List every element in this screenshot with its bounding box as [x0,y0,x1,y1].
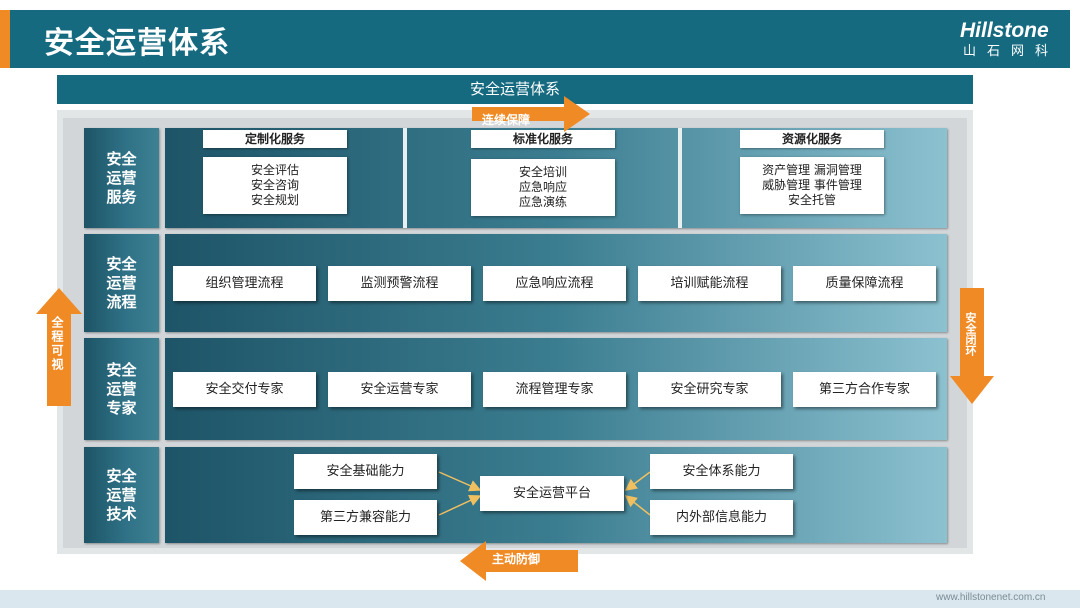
process-box: 应急响应流程 [483,266,626,301]
service-item: 威胁管理 事件管理 [762,178,862,192]
service-item: 安全规划 [250,193,299,207]
row-label-experts: 安全 运营 专家 [84,338,159,440]
full-visibility-label: 全程可视 [50,316,64,372]
service-item: 安全培训 [518,165,567,179]
service-title-resource: 资源化服务 [740,130,884,148]
process-box: 质量保障流程 [793,266,936,301]
row-label-line: 运营 [106,168,137,187]
process-box: 监测预警流程 [328,266,471,301]
process-box: 组织管理流程 [173,266,316,301]
column-divider [678,128,682,228]
service-title-standardized: 标准化服务 [471,130,615,148]
logo-wordmark: Hillstone [960,19,1049,42]
row-label-line: 安全 [106,254,137,273]
expert-box: 安全运营专家 [328,372,471,407]
service-title-customized: 定制化服务 [203,130,347,148]
service-box-customized: 安全评估 安全咨询 安全规划 [203,157,347,214]
continuous-assurance-label: 连续保障 [482,113,531,127]
tech-capability-box: 第三方兼容能力 [294,500,437,535]
left-accent-bar [0,10,10,68]
hillstone-logo: Hillstone 山石网科 [960,20,1070,64]
row-label-line: 技术 [106,504,137,523]
tech-platform-box: 安全运营平台 [480,476,624,511]
service-item: 应急演练 [518,195,567,209]
service-box-resource: 资产管理 漏洞管理 威胁管理 事件管理 安全托管 [740,157,884,214]
service-item: 安全咨询 [250,178,299,192]
service-item: 应急响应 [518,180,567,194]
footer-url: www.hillstonenet.com.cn [936,592,1046,603]
service-box-standardized: 安全培训 应急响应 应急演练 [471,159,615,216]
row-label-process: 安全 运营 流程 [84,234,159,332]
row-label-line: 运营 [106,379,137,398]
expert-box: 流程管理专家 [483,372,626,407]
row-label-line: 专家 [106,398,137,417]
row-label-line: 运营 [106,485,137,504]
tech-capability-box: 安全基础能力 [294,454,437,489]
row-label-line: 安全 [106,360,137,379]
row-label-line: 运营 [106,273,137,292]
service-item: 资产管理 漏洞管理 [762,163,862,177]
expert-box: 安全交付专家 [173,372,316,407]
tech-capability-box: 内外部信息能力 [650,500,793,535]
footer-bar [0,590,1080,608]
row-label-services: 安全 运营 服务 [84,128,159,228]
expert-box: 安全研究专家 [638,372,781,407]
tech-capability-box: 安全体系能力 [650,454,793,489]
service-item: 安全评估 [250,163,299,177]
page-title: 安全运营体系 [44,26,230,61]
logo-chinese-name: 山石网科 [963,44,1060,59]
column-divider [403,128,407,228]
service-item: 安全托管 [787,193,836,207]
row-label-tech: 安全 运营 技术 [84,447,159,543]
row-label-line: 服务 [106,187,137,206]
security-closed-loop-label: 安全闭环 [964,312,977,356]
expert-box: 第三方合作专家 [793,372,936,407]
row-label-line: 流程 [106,292,137,311]
active-defense-label: 主动防御 [492,552,541,566]
process-box: 培训赋能流程 [638,266,781,301]
row-label-line: 安全 [106,149,137,168]
row-label-line: 安全 [106,466,137,485]
